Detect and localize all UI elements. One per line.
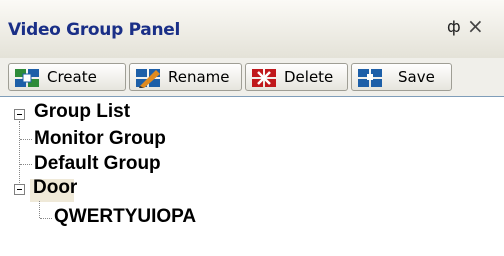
video-group-panel: Video Group Panel ф × Create Rename Dele… — [0, 0, 504, 256]
delete-button-label: Delete — [284, 68, 334, 86]
rename-button-label: Rename — [168, 68, 230, 86]
create-group-icon — [15, 69, 39, 87]
tree-root-group-list[interactable]: Group List — [34, 101, 130, 123]
tree-item-door[interactable]: Door — [33, 177, 77, 199]
group-list-collapse-toggle[interactable] — [14, 109, 25, 120]
create-button-label: Create — [47, 68, 97, 86]
tree-connector — [20, 139, 32, 140]
door-collapse-toggle[interactable] — [14, 184, 25, 195]
delete-group-icon — [252, 69, 276, 87]
rename-button[interactable]: Rename — [129, 63, 242, 91]
create-button[interactable]: Create — [8, 63, 126, 91]
delete-button[interactable]: Delete — [245, 63, 348, 91]
panel-title: Video Group Panel — [8, 20, 181, 40]
pin-icon[interactable]: ф — [447, 17, 461, 36]
tree-connector — [40, 218, 52, 219]
tree-item-qwertyuiopa[interactable]: QWERTYUIOPA — [54, 206, 196, 228]
tree-item-monitor-group[interactable]: Monitor Group — [34, 128, 166, 150]
save-group-icon — [358, 69, 382, 87]
rename-group-icon — [136, 69, 160, 88]
tree-connector — [19, 121, 20, 189]
tree-item-default-group[interactable]: Default Group — [34, 153, 161, 175]
tree-connector — [39, 201, 40, 218]
tree-connector — [20, 164, 32, 165]
save-button-label: Save — [398, 68, 435, 86]
close-icon[interactable]: × — [467, 16, 484, 36]
panel-title-bar: Video Group Panel ф × — [0, 0, 504, 59]
save-button[interactable]: Save — [351, 63, 452, 91]
